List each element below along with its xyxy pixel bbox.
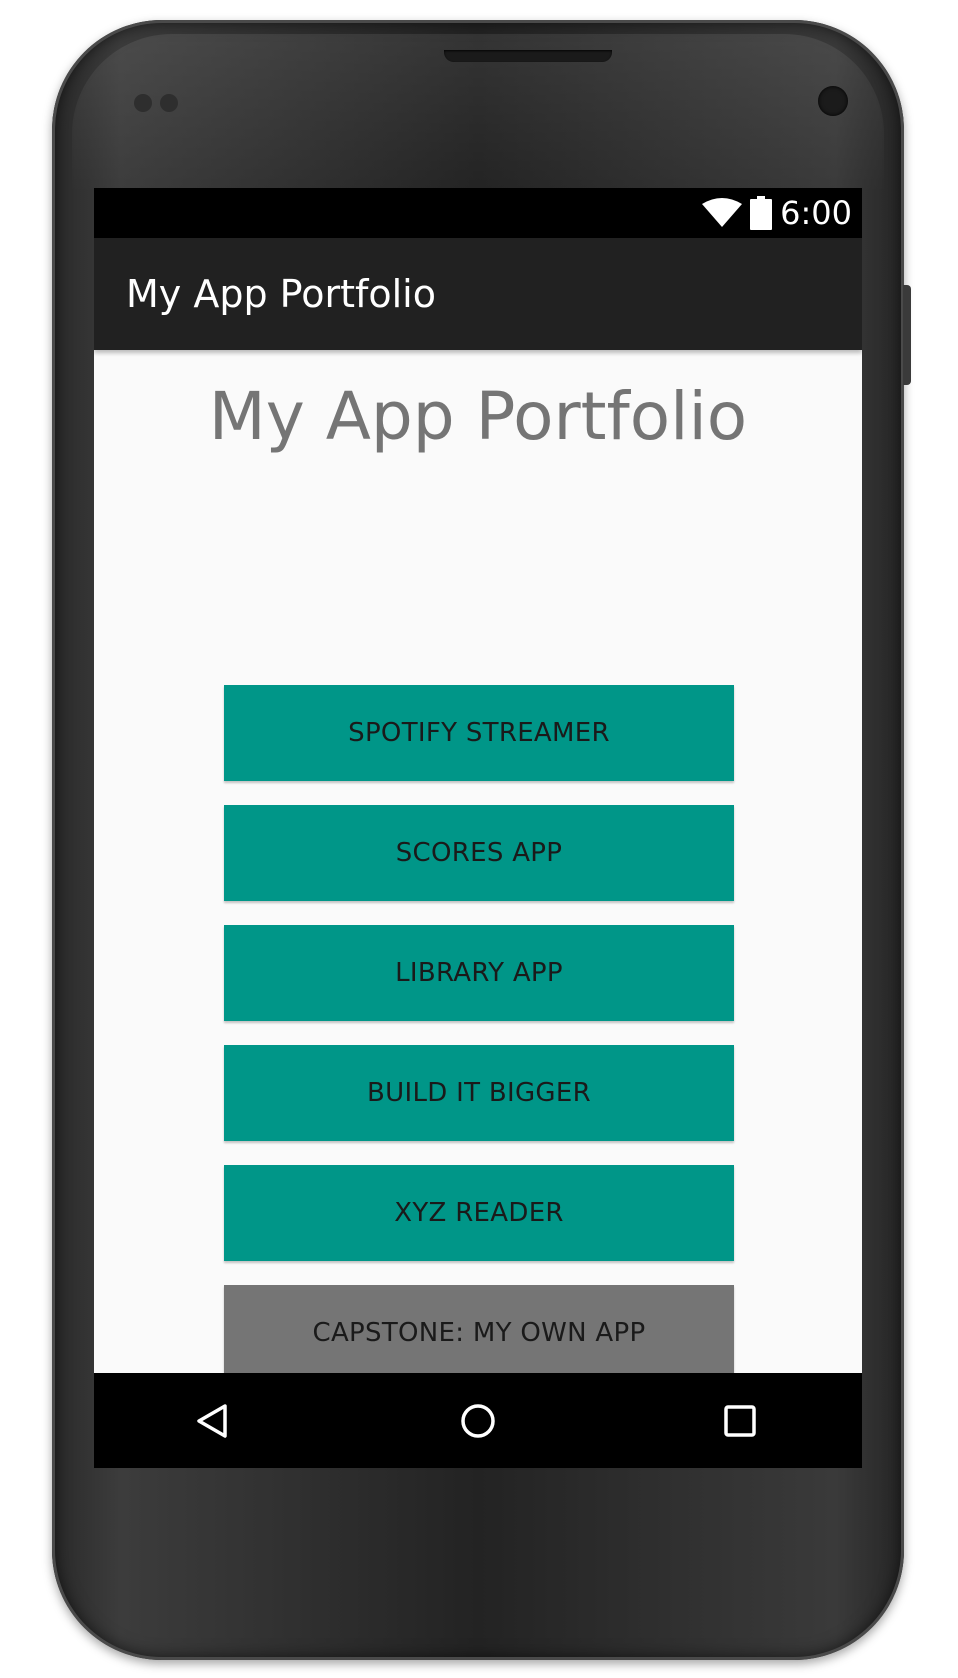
front-camera — [818, 86, 848, 116]
recents-button[interactable] — [680, 1373, 800, 1468]
home-button[interactable] — [418, 1373, 538, 1468]
wifi-icon — [702, 198, 743, 228]
home-icon — [458, 1401, 498, 1441]
back-icon — [192, 1401, 232, 1441]
light-sensor — [160, 94, 178, 112]
power-button[interactable] — [903, 285, 911, 385]
build-it-bigger-button[interactable]: BUILD IT BIGGER — [224, 1045, 734, 1141]
screen: 6:00 My App Portfolio My App Portfolio S… — [94, 188, 862, 1468]
page-title: My App Portfolio — [208, 378, 748, 455]
navigation-bar — [94, 1373, 862, 1468]
xyz-reader-button[interactable]: XYZ READER — [224, 1165, 734, 1261]
back-button[interactable] — [152, 1373, 272, 1468]
main-content: My App Portfolio SPOTIFY STREAMER SCORES… — [94, 350, 862, 1381]
library-app-button[interactable]: LIBRARY APP — [224, 925, 734, 1021]
scores-app-button[interactable]: SCORES APP — [224, 805, 734, 901]
spotify-streamer-button[interactable]: SPOTIFY STREAMER — [224, 685, 734, 781]
action-bar: My App Portfolio — [94, 238, 862, 350]
earpiece-speaker — [444, 50, 612, 62]
capstone-button[interactable]: CAPSTONE: MY OWN APP — [224, 1285, 734, 1381]
proximity-sensor — [134, 94, 152, 112]
recents-icon — [720, 1401, 760, 1441]
status-bar: 6:00 — [94, 188, 862, 238]
status-time: 6:00 — [780, 194, 852, 232]
status-indicators: 6:00 — [702, 188, 852, 238]
battery-icon — [750, 196, 773, 230]
action-bar-title: My App Portfolio — [126, 272, 436, 316]
